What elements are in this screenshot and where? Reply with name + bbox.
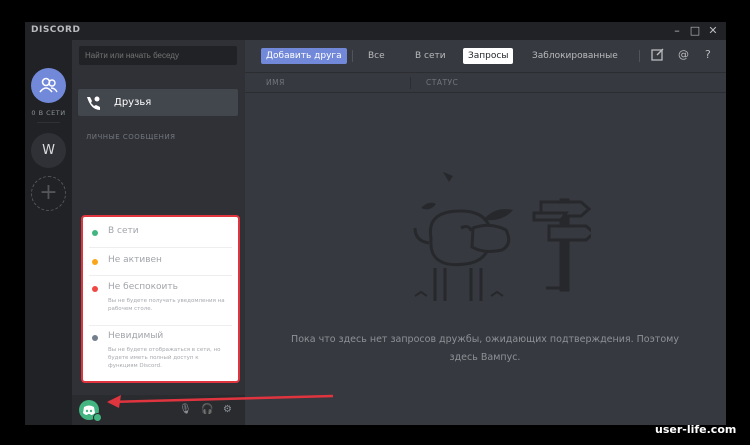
- mention-icon[interactable]: @: [678, 48, 689, 61]
- status-option-dnd[interactable]: Не беспокоить Вы не будете получать увед…: [83, 276, 238, 325]
- tab-online[interactable]: В сети: [410, 48, 451, 64]
- close-button[interactable]: ✕: [704, 23, 722, 39]
- friends-home-button[interactable]: [31, 68, 66, 103]
- wumpus-illustration: [413, 172, 591, 301]
- add-server-button[interactable]: +: [31, 176, 66, 211]
- main-panel: Добавить друга Все В сети Запросы Заблок…: [245, 40, 726, 425]
- minimize-button[interactable]: –: [668, 23, 686, 39]
- friends-toolbar: Добавить друга Все В сети Запросы Заблок…: [245, 40, 726, 73]
- toolbar-divider: [639, 50, 640, 62]
- status-option-invisible[interactable]: Невидимый Вы не будете отображаться в се…: [83, 326, 238, 381]
- header-divider: [245, 92, 726, 93]
- people-icon: [39, 77, 58, 93]
- status-option-idle[interactable]: Не активен: [83, 248, 238, 275]
- search-input[interactable]: [79, 46, 237, 65]
- online-status-icon: [92, 230, 98, 236]
- status-option-label: Невидимый: [108, 331, 164, 341]
- column-divider: [410, 77, 411, 89]
- status-option-label: Не беспокоить: [108, 282, 178, 292]
- status-option-label: Не активен: [108, 255, 162, 265]
- status-option-label: В сети: [108, 226, 139, 236]
- tab-add-friend[interactable]: Добавить друга: [261, 48, 347, 64]
- guild-w[interactable]: W: [31, 133, 66, 168]
- title-bar: DISCORD – □ ✕: [25, 22, 726, 40]
- guild-divider: [37, 122, 60, 123]
- sidebar-item-friends[interactable]: Друзья: [78, 89, 238, 116]
- app-title: DISCORD: [31, 25, 81, 35]
- status-menu: В сети Не активен Не беспокоить Вы не бу…: [81, 215, 240, 383]
- status-option-description: Вы не будете отображаться в сети, но буд…: [108, 347, 221, 369]
- column-status-header: СТАТУС: [426, 78, 459, 87]
- new-group-icon[interactable]: [651, 48, 664, 61]
- status-option-description: Вы не будете получать уведомления на раб…: [108, 298, 225, 312]
- idle-status-icon: [92, 259, 98, 265]
- empty-state-line: Пока что здесь нет запросов дружбы, ожид…: [291, 334, 679, 345]
- tab-blocked[interactable]: Заблокированные: [527, 48, 623, 64]
- tab-requests[interactable]: Запросы: [463, 48, 514, 64]
- toolbar-divider: [352, 50, 353, 62]
- tab-all[interactable]: Все: [363, 48, 390, 64]
- watermark: user-life.com: [655, 423, 737, 436]
- sidebar-item-label: Друзья: [114, 97, 152, 108]
- status-option-online[interactable]: В сети: [83, 217, 238, 247]
- online-count: 0 В СЕТИ: [31, 109, 66, 117]
- empty-state-line: здесь Вампус.: [449, 352, 521, 363]
- invisible-status-icon: [92, 335, 98, 341]
- online-status-dot: [93, 413, 102, 422]
- empty-state-message: Пока что здесь нет запросов дружбы, ожид…: [285, 331, 685, 367]
- dnd-status-icon: [92, 286, 98, 292]
- direct-messages-header: ЛИЧНЫЕ СООБЩЕНИЯ: [86, 133, 176, 141]
- help-icon[interactable]: ?: [705, 48, 711, 61]
- maximize-button[interactable]: □: [686, 23, 704, 39]
- guild-sidebar: 0 В СЕТИ W +: [25, 40, 72, 425]
- annotation-arrow: [107, 394, 334, 408]
- friends-icon: [87, 96, 100, 110]
- column-name-header: ИМЯ: [266, 78, 285, 87]
